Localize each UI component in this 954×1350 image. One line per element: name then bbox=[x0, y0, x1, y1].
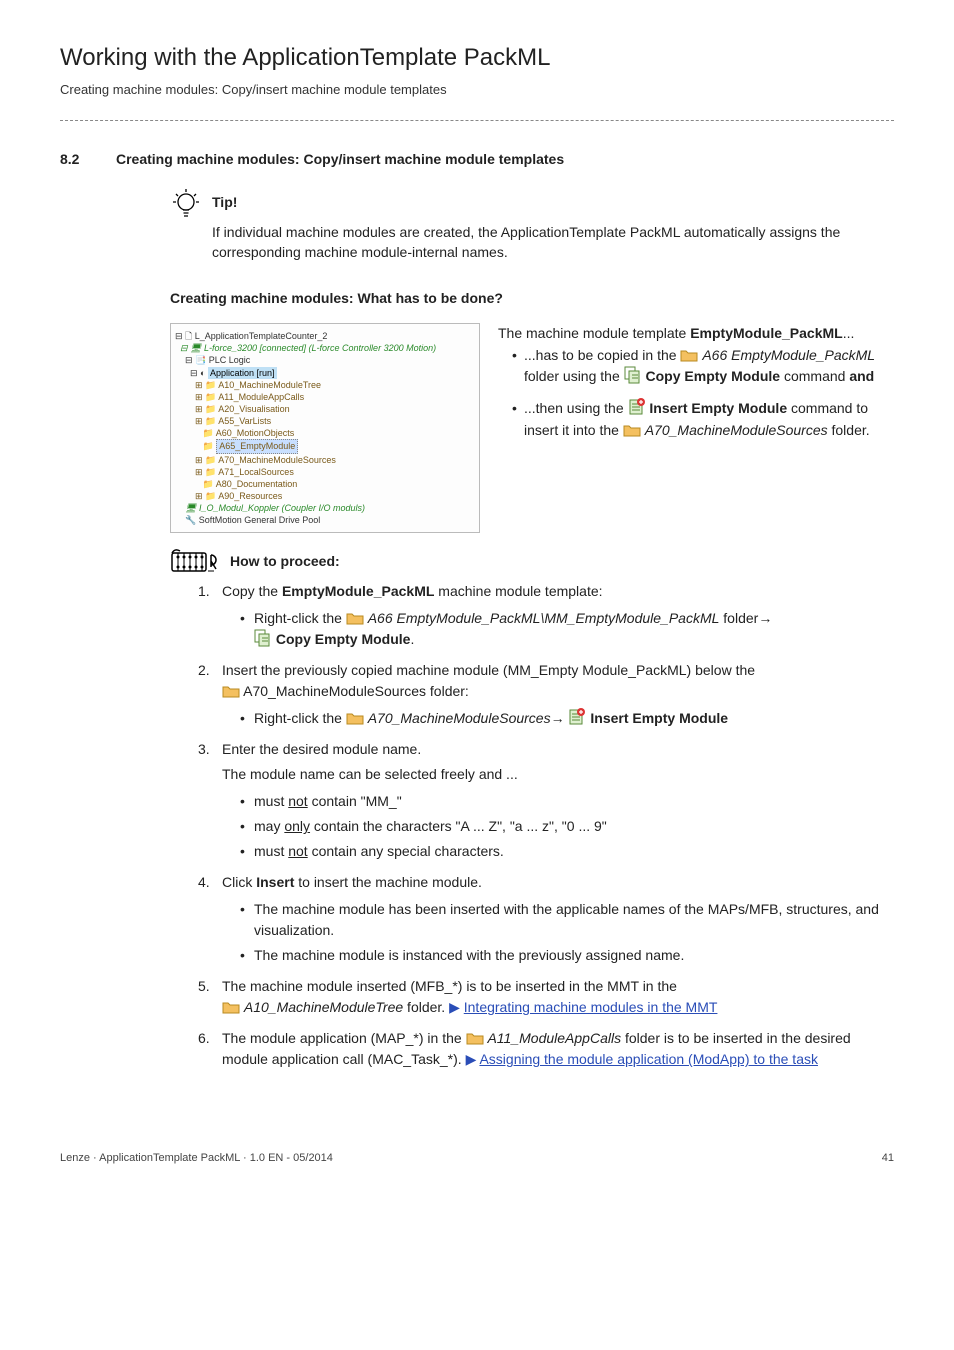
folder-icon bbox=[623, 422, 641, 438]
step-2-sub: Right-click the A70_MachineModuleSources… bbox=[240, 708, 894, 729]
tree-item: A70_MachineModuleSources bbox=[218, 455, 336, 465]
insert-icon bbox=[568, 708, 586, 726]
tree-item: A80_Documentation bbox=[216, 479, 298, 489]
copy-icon bbox=[624, 366, 642, 384]
intro-lead-tail: ... bbox=[843, 325, 855, 341]
tree-softmotion: SoftMotion General Drive Pool bbox=[199, 515, 321, 525]
page-title: Working with the ApplicationTemplate Pac… bbox=[60, 40, 894, 76]
tree-item: A71_LocalSources bbox=[218, 467, 294, 477]
link-mmt[interactable]: Integrating machine modules in the MMT bbox=[464, 999, 718, 1015]
footer-page-number: 41 bbox=[882, 1150, 894, 1167]
abacus-icon bbox=[170, 547, 220, 575]
page-subtitle: Creating machine modules: Copy/insert ma… bbox=[60, 80, 894, 100]
tree-item: A11_ModuleAppCalls bbox=[218, 392, 304, 402]
step-5: The machine module inserted (MFB_*) is t… bbox=[198, 976, 894, 1018]
tree-item: A10_MachineModuleTree bbox=[218, 380, 321, 390]
tip-body: If individual machine modules are create… bbox=[212, 222, 894, 263]
folder-icon bbox=[466, 1030, 484, 1046]
footer-left: Lenze · ApplicationTemplate PackML · 1.0… bbox=[60, 1150, 333, 1167]
tree-application: Application [run] bbox=[208, 367, 277, 379]
step-4-b2: The machine module is instanced with the… bbox=[240, 945, 894, 966]
intro-bullet-2: ...then using the Insert Empty Module co… bbox=[512, 398, 894, 441]
tip-block: Tip! If individual machine modules are c… bbox=[170, 188, 894, 263]
folder-icon bbox=[222, 683, 240, 699]
section-title: Creating machine modules: Copy/insert ma… bbox=[116, 149, 564, 170]
intro-bullet-1: ...has to be copied in the A66 EmptyModu… bbox=[512, 345, 894, 388]
intro-text: The machine module template EmptyModule_… bbox=[498, 323, 894, 533]
step-1-sub: Right-click the A66 EmptyModule_PackML\M… bbox=[240, 608, 894, 650]
step-3-b1: must not contain "MM_" bbox=[240, 791, 894, 812]
tree-root: L_ApplicationTemplateCounter_2 bbox=[195, 331, 328, 341]
copy-icon bbox=[254, 629, 272, 647]
project-tree: ⊟ 🗋 L_ApplicationTemplateCounter_2 ⊟ 🖥 L… bbox=[170, 323, 480, 533]
tree-device: L-force_3200 [connected] (L-force Contro… bbox=[204, 343, 436, 353]
intro-lead: The machine module template bbox=[498, 325, 690, 341]
section-number: 8.2 bbox=[60, 149, 116, 170]
step-2: Insert the previously copied machine mod… bbox=[198, 660, 894, 729]
folder-icon bbox=[680, 347, 698, 363]
step-3: Enter the desired module name. The modul… bbox=[198, 739, 894, 862]
step-1: Copy the EmptyModule_PackML machine modu… bbox=[198, 581, 894, 650]
tree-item: A60_MotionObjects bbox=[216, 428, 295, 438]
folder-icon bbox=[222, 999, 240, 1015]
bulb-icon bbox=[170, 188, 202, 218]
tip-label: Tip! bbox=[212, 192, 237, 213]
tree-item-selected: A65_EmptyModule bbox=[216, 439, 298, 453]
tree-item: A20_Visualisation bbox=[218, 404, 289, 414]
step-3-b2: may only contain the characters "A ... Z… bbox=[240, 816, 894, 837]
folder-icon bbox=[346, 610, 364, 626]
divider bbox=[60, 120, 894, 121]
step-6: The module application (MAP_*) in the A1… bbox=[198, 1028, 894, 1070]
step-3-b3: must not contain any special characters. bbox=[240, 841, 894, 862]
tree-item: A90_Resources bbox=[218, 491, 282, 501]
section-heading: 8.2 Creating machine modules: Copy/inser… bbox=[60, 149, 894, 170]
tree-coupler: I_O_Modul_Koppler (Coupler I/O moduls) bbox=[199, 503, 365, 513]
step-4-b1: The machine module has been inserted wit… bbox=[240, 899, 894, 941]
howto-block: How to proceed: Copy the EmptyModule_Pac… bbox=[170, 547, 894, 1070]
page-footer: Lenze · ApplicationTemplate PackML · 1.0… bbox=[60, 1150, 894, 1167]
folder-icon bbox=[346, 710, 364, 726]
step-4: Click Insert to insert the machine modul… bbox=[198, 872, 894, 966]
howto-label: How to proceed: bbox=[230, 551, 340, 572]
tree-item: A55_VarLists bbox=[218, 416, 271, 426]
intro-lead-bold: EmptyModule_PackML bbox=[690, 325, 842, 341]
tree-plc: PLC Logic bbox=[209, 355, 251, 365]
link-modapp[interactable]: Assigning the module application (ModApp… bbox=[479, 1051, 818, 1067]
insert-icon bbox=[628, 398, 646, 416]
sub-heading: Creating machine modules: What has to be… bbox=[170, 288, 894, 309]
